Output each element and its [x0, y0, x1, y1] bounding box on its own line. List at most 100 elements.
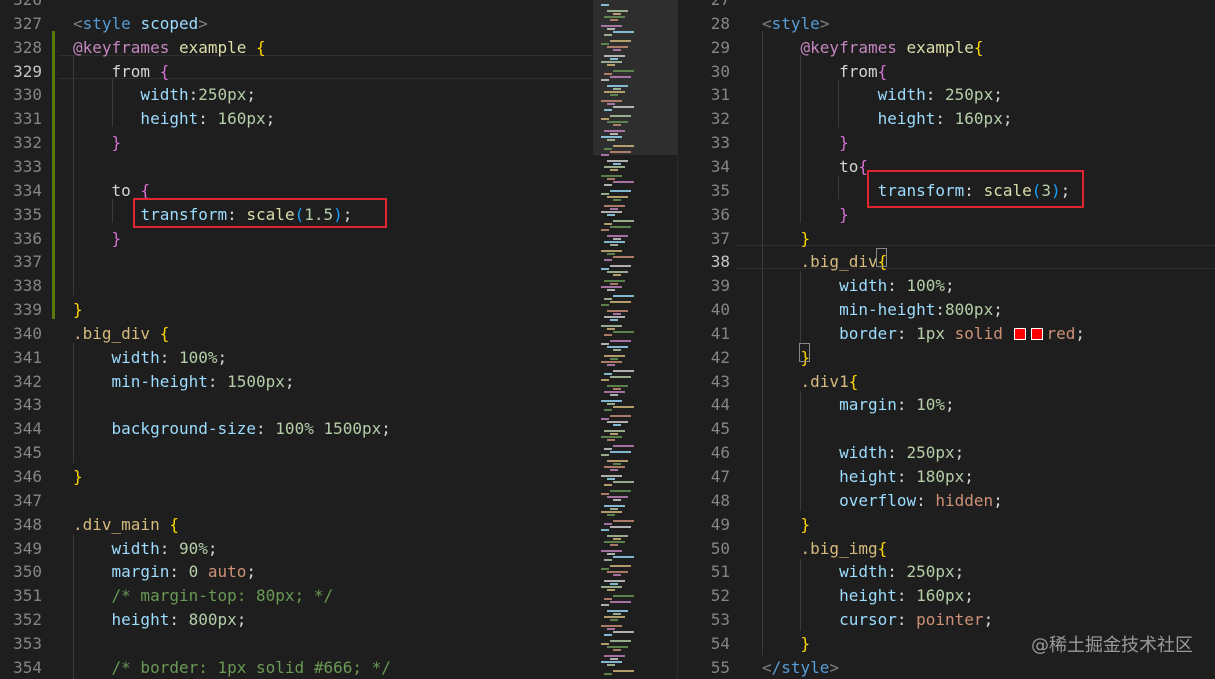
minimap-line: [610, 469, 618, 471]
color-swatch-icon[interactable]: [1014, 328, 1027, 341]
minimap-line: [601, 118, 609, 120]
minimap-line: [613, 238, 621, 240]
minimap-line: [607, 178, 615, 180]
code-token: to: [73, 180, 141, 200]
code-line[interactable]: 347: [0, 489, 593, 513]
code-line[interactable]: 29 @keyframes example{: [678, 36, 1215, 60]
code-line[interactable]: 40 min-height:800px;: [678, 298, 1215, 322]
code-line[interactable]: 50 .big_img{: [678, 537, 1215, 561]
code-line[interactable]: 327 <style scoped>: [0, 12, 593, 36]
code-token: 160px: [217, 109, 266, 129]
code-line[interactable]: 352 height: 800px;: [0, 608, 593, 632]
watermark: @稀土掘金技术社区: [1031, 635, 1193, 656]
code-line[interactable]: 328 @keyframes example {: [0, 36, 593, 60]
code-token: red: [1046, 323, 1076, 343]
minimap-line: [613, 313, 621, 315]
code-line[interactable]: 52 height: 160px;: [678, 584, 1215, 608]
code-line[interactable]: 27: [678, 0, 1215, 12]
code-line[interactable]: 32 height: 160px;: [678, 107, 1215, 131]
line-code: min-height:800px;: [762, 298, 1003, 322]
minimap-line: [610, 76, 631, 78]
code-line[interactable]: 336 }: [0, 227, 593, 251]
code-line[interactable]: 45: [678, 417, 1215, 441]
minimap-line: [601, 211, 622, 213]
code-line[interactable]: 326: [0, 0, 593, 12]
code-line[interactable]: 38 .big_div{: [678, 250, 1215, 274]
minimap-line: [610, 640, 631, 642]
minimap-line: [607, 328, 615, 330]
minimap-line: [607, 460, 628, 462]
code-line[interactable]: 354 /* border: 1px solid #666; */: [0, 656, 593, 679]
code-line[interactable]: 344 background-size: 100% 1500px;: [0, 417, 593, 441]
code-line[interactable]: 342 min-height: 1500px;: [0, 370, 593, 394]
minimap-line: [601, 361, 622, 363]
code-line[interactable]: 329 from {: [0, 60, 593, 84]
minimap-line: [607, 346, 628, 348]
minimap-line: [607, 403, 615, 405]
code-line[interactable]: 345: [0, 441, 593, 465]
code-line[interactable]: 44 margin: 10%;: [678, 393, 1215, 417]
highlight-box-scale-3: [867, 170, 1084, 208]
code-line[interactable]: 348 .div_main {: [0, 513, 593, 537]
code-line[interactable]: 49 }: [678, 513, 1215, 537]
code-line[interactable]: 332 }: [0, 131, 593, 155]
right-editor[interactable]: 2728<style>29 @keyframes example{30 from…: [677, 0, 1215, 679]
code-line[interactable]: 340 .big_div {: [0, 322, 593, 346]
code-line[interactable]: 330 width:250px;: [0, 83, 593, 107]
line-number: 342: [13, 371, 42, 391]
line-number: 39: [710, 276, 730, 296]
minimap-line: [610, 358, 618, 360]
code-line[interactable]: 46 width: 250px;: [678, 441, 1215, 465]
color-swatch-icon[interactable]: [1031, 328, 1044, 341]
code-line[interactable]: 353: [0, 632, 593, 656]
minimap-line: [607, 121, 628, 123]
code-token: height: [762, 586, 897, 606]
line-number: 345: [13, 443, 42, 463]
code-line[interactable]: 41 border: 1px solid red;: [678, 322, 1215, 346]
line-code: to{: [762, 155, 868, 179]
code-line[interactable]: 331 height: 160px;: [0, 107, 593, 131]
code-line[interactable]: 47 height: 180px;: [678, 465, 1215, 489]
code-line[interactable]: 339}: [0, 298, 593, 322]
minimap-line: [601, 43, 609, 45]
minimap[interactable]: [593, 0, 677, 679]
code-line[interactable]: 42 }: [678, 346, 1215, 370]
code-line[interactable]: 337: [0, 250, 593, 274]
minimap-line: [610, 583, 618, 585]
code-line[interactable]: 30 from{: [678, 60, 1215, 84]
minimap-line: [613, 388, 621, 390]
code-token: 250px: [945, 85, 994, 105]
line-code: width: 100%;: [762, 274, 955, 298]
code-line[interactable]: 51 width: 250px;: [678, 560, 1215, 584]
line-number: 346: [13, 467, 42, 486]
minimap-line: [613, 331, 634, 333]
code-line[interactable]: 37 }: [678, 227, 1215, 251]
minimap-line: [613, 445, 634, 447]
line-number: 32: [710, 109, 730, 129]
minimap-line: [610, 490, 631, 492]
minimap-line: [601, 511, 622, 513]
code-line[interactable]: 28 <style>: [678, 12, 1215, 36]
code-line[interactable]: 349 width: 90%;: [0, 537, 593, 561]
code-line[interactable]: 343: [0, 393, 593, 417]
minimap-line: [613, 295, 634, 297]
code-line[interactable]: 346}: [0, 465, 593, 489]
code-line[interactable]: 48 overflow: hidden;: [678, 489, 1215, 513]
code-line[interactable]: 351 /* margin-top: 80px; */: [0, 584, 593, 608]
code-line[interactable]: 341 width: 100%;: [0, 346, 593, 370]
minimap-line: [607, 535, 628, 537]
code-line[interactable]: 350 margin: 0 auto;: [0, 560, 593, 584]
code-token: height: [73, 610, 170, 630]
minimap-line: [604, 130, 625, 132]
code-line[interactable]: 55 </style>: [678, 656, 1215, 679]
code-line[interactable]: 33 }: [678, 131, 1215, 155]
code-token: {: [140, 180, 151, 200]
code-line[interactable]: 333: [0, 155, 593, 179]
left-editor[interactable]: 326327<style scoped>328@keyframes exampl…: [0, 0, 593, 679]
code-token: from: [762, 61, 878, 81]
code-line[interactable]: 53 cursor: pointer;: [678, 608, 1215, 632]
code-line[interactable]: 43 .div1{: [678, 370, 1215, 394]
code-line[interactable]: 39 width: 100%;: [678, 274, 1215, 298]
code-line[interactable]: 31 width: 250px;: [678, 83, 1215, 107]
code-line[interactable]: 338: [0, 274, 593, 298]
